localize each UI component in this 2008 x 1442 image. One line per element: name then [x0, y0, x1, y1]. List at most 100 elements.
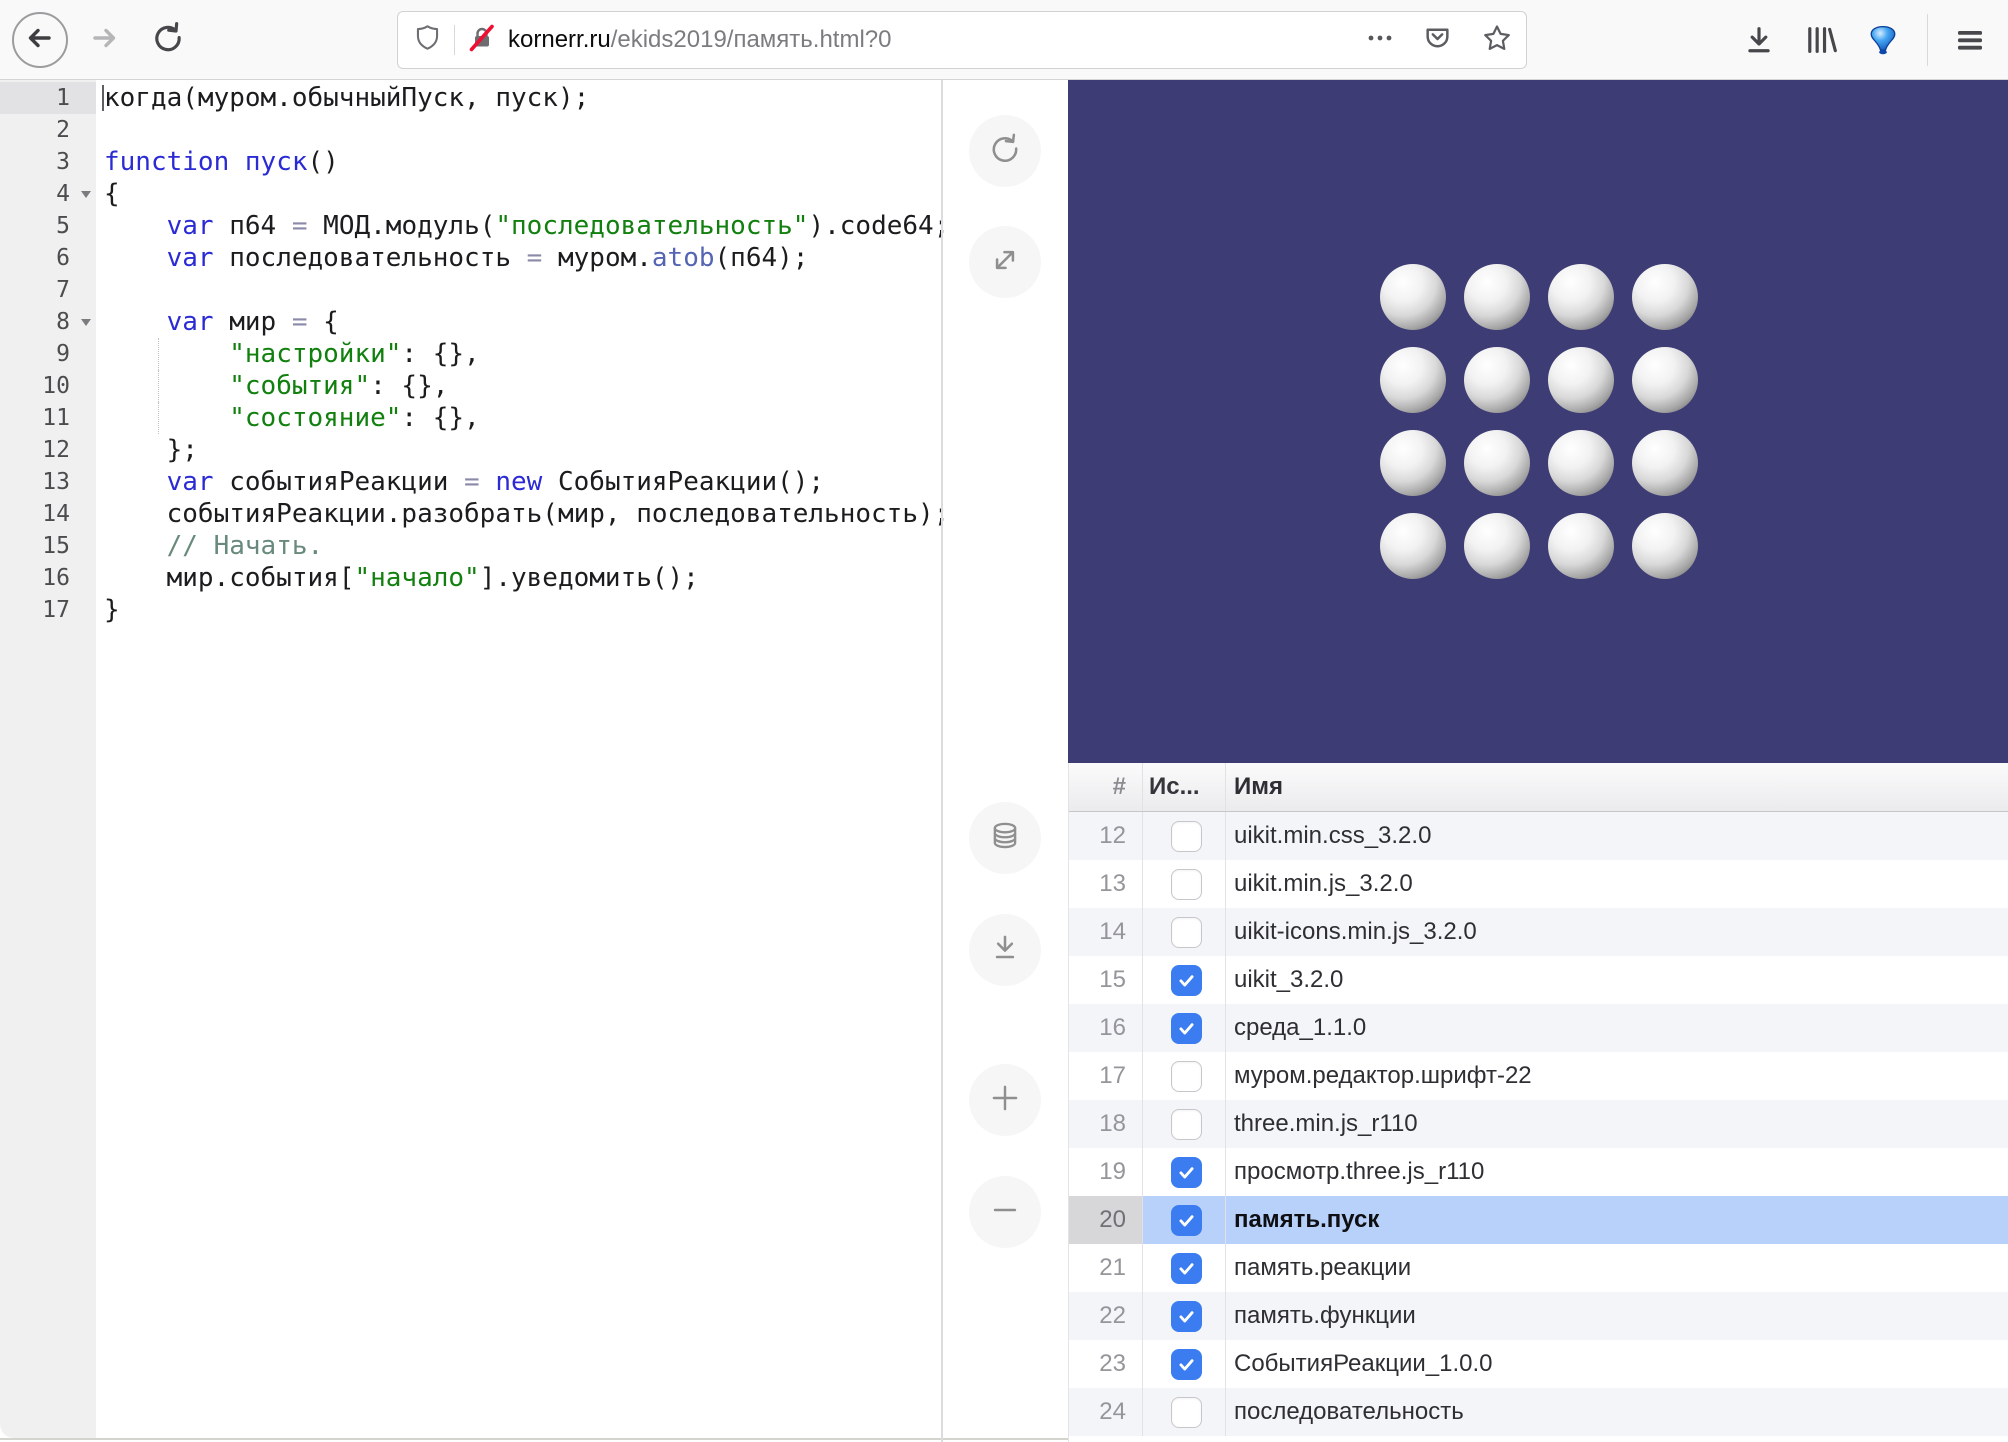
checkbox-checked[interactable]: [1171, 1205, 1202, 1236]
refresh-button[interactable]: [969, 115, 1041, 187]
checkbox-checked[interactable]: [1171, 1157, 1202, 1188]
module-row[interactable]: 16среда_1.1.0: [1069, 1004, 2008, 1052]
expand-button[interactable]: [969, 226, 1041, 298]
checkbox-unchecked[interactable]: [1171, 1109, 1202, 1140]
database-button[interactable]: [969, 802, 1041, 874]
module-name[interactable]: uikit-icons.min.js_3.2.0: [1226, 908, 2008, 956]
code-line[interactable]: 15 // Начать.: [0, 530, 941, 562]
header-num[interactable]: #: [1069, 763, 1143, 811]
module-name[interactable]: three.min.js_r110: [1226, 1100, 2008, 1148]
module-name[interactable]: uikit.min.js_3.2.0: [1226, 860, 2008, 908]
module-name[interactable]: просмотр.three.js_r110: [1226, 1148, 2008, 1196]
module-name[interactable]: СобытияРеакции_1.0.0: [1226, 1340, 2008, 1388]
back-button[interactable]: [12, 12, 68, 68]
downloads-button[interactable]: [1733, 14, 1785, 66]
menu-hamburger-icon[interactable]: [1944, 14, 1996, 66]
code-line[interactable]: 16 мир.события["начало"].уведомить();: [0, 562, 941, 594]
code-line[interactable]: 14 событияРеакции.разобрать(мир, последо…: [0, 498, 941, 530]
module-name[interactable]: память.функции: [1226, 1292, 2008, 1340]
module-row[interactable]: 24последовательность: [1069, 1388, 2008, 1436]
module-name[interactable]: память.реакции: [1226, 1244, 2008, 1292]
pocket-icon[interactable]: [1423, 23, 1452, 57]
code-line[interactable]: 7: [0, 274, 941, 306]
page-actions-icon[interactable]: [1367, 25, 1393, 56]
code-line[interactable]: 11 "состояние": {},: [0, 402, 941, 434]
code-editor[interactable]: 1когда(муром.обычныйПуск, пуск);23functi…: [0, 80, 941, 1438]
3d-viewport-canvas[interactable]: [1068, 80, 2008, 763]
zoom-in-button[interactable]: [969, 1064, 1041, 1136]
library-button[interactable]: [1794, 14, 1846, 66]
line-number[interactable]: 13: [0, 466, 96, 498]
checkbox-unchecked[interactable]: [1171, 1397, 1202, 1428]
download-button[interactable]: [969, 914, 1041, 986]
line-number[interactable]: 2: [0, 114, 96, 146]
code-line[interactable]: 9 "настройки": {},: [0, 338, 941, 370]
code-line[interactable]: 13 var событияРеакции = new СобытияРеакц…: [0, 466, 941, 498]
line-number[interactable]: 6: [0, 242, 96, 274]
checkbox-unchecked[interactable]: [1171, 869, 1202, 900]
code-line[interactable]: 5 var п64 = МОД.модуль("последовательнос…: [0, 210, 941, 242]
code-line[interactable]: 4{: [0, 178, 941, 210]
bookmark-star-icon[interactable]: [1482, 23, 1512, 58]
reload-button[interactable]: [140, 12, 196, 68]
code-line[interactable]: 1когда(муром.обычныйПуск, пуск);: [0, 82, 941, 114]
module-row[interactable]: 21память.реакции: [1069, 1244, 2008, 1292]
zoom-out-button[interactable]: [969, 1176, 1041, 1248]
line-number[interactable]: 10: [0, 370, 96, 402]
line-number[interactable]: 16: [0, 562, 96, 594]
code-line[interactable]: 6 var последовательность = муром.atob(п6…: [0, 242, 941, 274]
module-row[interactable]: 20память.пуск: [1069, 1196, 2008, 1244]
code-line[interactable]: 12 };: [0, 434, 941, 466]
module-row[interactable]: 19просмотр.three.js_r110: [1069, 1148, 2008, 1196]
line-number[interactable]: 17: [0, 594, 96, 626]
url-text[interactable]: kornerr.ru/ekids2019/память.html?0: [508, 26, 892, 54]
fold-arrow-icon[interactable]: [81, 191, 91, 198]
tracking-protection-shield-icon[interactable]: [414, 24, 441, 56]
module-row[interactable]: 22память.функции: [1069, 1292, 2008, 1340]
checkbox-unchecked[interactable]: [1171, 1061, 1202, 1092]
checkbox-checked[interactable]: [1171, 1253, 1202, 1284]
module-row[interactable]: 13uikit.min.js_3.2.0: [1069, 860, 2008, 908]
line-number[interactable]: 4: [0, 178, 96, 210]
header-name[interactable]: Имя: [1226, 763, 2008, 811]
line-number[interactable]: 12: [0, 434, 96, 466]
header-used[interactable]: Ис...: [1143, 763, 1226, 811]
code-line[interactable]: 2: [0, 114, 941, 146]
checkbox-checked[interactable]: [1171, 1301, 1202, 1332]
line-number[interactable]: 8: [0, 306, 96, 338]
extension-pin-icon[interactable]: [1857, 14, 1909, 66]
line-number[interactable]: 9: [0, 338, 96, 370]
line-number[interactable]: 5: [0, 210, 96, 242]
module-name[interactable]: среда_1.1.0: [1226, 1004, 2008, 1052]
line-number[interactable]: 15: [0, 530, 96, 562]
line-number[interactable]: 11: [0, 402, 96, 434]
insecure-lock-icon[interactable]: [468, 24, 496, 57]
module-name[interactable]: uikit_3.2.0: [1226, 956, 2008, 1004]
code-line[interactable]: 3function пуск(): [0, 146, 941, 178]
line-number[interactable]: 14: [0, 498, 96, 530]
code-line[interactable]: 10 "события": {},: [0, 370, 941, 402]
fold-arrow-icon[interactable]: [81, 319, 91, 326]
checkbox-checked[interactable]: [1171, 1349, 1202, 1380]
checkbox-unchecked[interactable]: [1171, 917, 1202, 948]
panel-divider[interactable]: [941, 80, 943, 1442]
code-line[interactable]: 8 var мир = {: [0, 306, 941, 338]
module-row[interactable]: 18three.min.js_r110: [1069, 1100, 2008, 1148]
module-name[interactable]: память.пуск: [1226, 1196, 2008, 1244]
checkbox-unchecked[interactable]: [1171, 821, 1202, 852]
module-name[interactable]: uikit.min.css_3.2.0: [1226, 812, 2008, 860]
checkbox-checked[interactable]: [1171, 1013, 1202, 1044]
line-number[interactable]: 3: [0, 146, 96, 178]
line-number[interactable]: 1: [0, 82, 96, 114]
module-name[interactable]: последовательность: [1226, 1388, 2008, 1436]
module-row[interactable]: 12uikit.min.css_3.2.0: [1069, 812, 2008, 860]
module-row[interactable]: 15uikit_3.2.0: [1069, 956, 2008, 1004]
module-row[interactable]: 23СобытияРеакции_1.0.0: [1069, 1340, 2008, 1388]
module-name[interactable]: муром.редактор.шрифт-22: [1226, 1052, 2008, 1100]
forward-button[interactable]: [76, 12, 132, 68]
checkbox-checked[interactable]: [1171, 965, 1202, 996]
module-row[interactable]: 17муром.редактор.шрифт-22: [1069, 1052, 2008, 1100]
address-bar[interactable]: kornerr.ru/ekids2019/память.html?0: [397, 11, 1527, 69]
module-row[interactable]: 14uikit-icons.min.js_3.2.0: [1069, 908, 2008, 956]
code-line[interactable]: 17}: [0, 594, 941, 626]
